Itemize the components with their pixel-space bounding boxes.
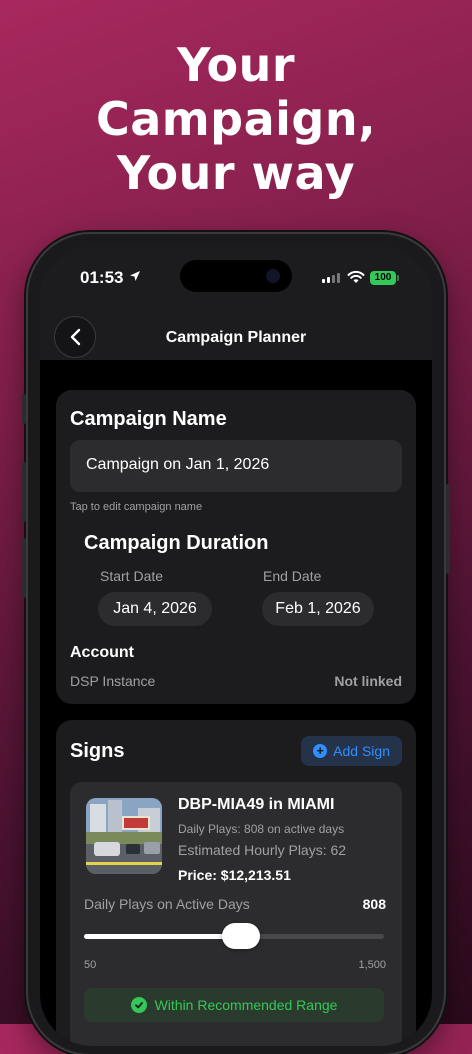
phone-screen: 01:53 100 Campaign Planner Campaign Name… (40, 246, 432, 1046)
slider-max: 1,500 (358, 959, 386, 971)
headline-line-3: Your way (116, 146, 356, 200)
signs-title: Signs (70, 740, 125, 762)
battery-icon: 100 (370, 271, 396, 285)
checkmark-icon (130, 997, 147, 1013)
battery-nub (397, 275, 399, 281)
campaign-name-field[interactable] (70, 440, 402, 492)
cellular-signal-icon (322, 273, 340, 283)
status-bar: 01:53 100 (40, 246, 432, 306)
slider-value: 808 (362, 896, 386, 912)
phone-frame: 01:53 100 Campaign Planner Campaign Name… (22, 234, 450, 1054)
range-status-text: Within Recommended Range (154, 997, 338, 1013)
end-date-label: End Date (263, 568, 322, 584)
slider-fill (84, 934, 241, 939)
sign-daily-plays: Daily Plays: 808 on active days (178, 822, 345, 836)
action-button (22, 394, 26, 424)
sign-thumbnail-image (86, 798, 162, 874)
campaign-card: Campaign Name Tap to edit campaign name … (56, 390, 416, 704)
dynamic-island (180, 260, 292, 292)
camera-icon (266, 269, 280, 283)
scroll-content[interactable]: Campaign Name Tap to edit campaign name … (40, 360, 432, 1046)
add-sign-label: Add Sign (333, 743, 390, 759)
wifi-icon (347, 270, 365, 283)
slider-thumb[interactable] (222, 923, 260, 949)
sign-hourly-plays: Estimated Hourly Plays: 62 (178, 842, 347, 858)
campaign-name-title: Campaign Name (70, 408, 227, 430)
account-title: Account (70, 644, 134, 661)
slider-min: 50 (84, 959, 97, 971)
campaign-name-hint: Tap to edit campaign name (70, 501, 203, 513)
dsp-instance-status: Not linked (334, 673, 402, 689)
end-date-button[interactable]: Feb 1, 2026 (262, 592, 374, 626)
signs-card: Signs + Add Sign DBP-MIA49 in MIAMI Dail… (56, 720, 416, 1046)
campaign-name-input[interactable] (86, 456, 386, 474)
start-date-label: Start Date (100, 568, 164, 584)
sign-item[interactable]: DBP-MIA49 in MIAMI Daily Plays: 808 on a… (70, 782, 402, 1046)
headline: Your Campaign, Your way (0, 38, 472, 200)
volume-down-button (22, 538, 26, 598)
plus-circle-icon: + (313, 744, 328, 758)
sign-name: DBP-MIA49 in MIAMI (178, 796, 335, 813)
power-button (446, 484, 450, 574)
status-time: 01:53 (80, 268, 124, 287)
dsp-instance-label: DSP Instance (70, 673, 156, 689)
nav-bar: Campaign Planner (40, 306, 432, 360)
headline-line-1: Your (176, 38, 296, 92)
add-sign-button[interactable]: + Add Sign (301, 736, 402, 766)
campaign-duration-title: Campaign Duration (84, 532, 269, 554)
slider-label: Daily Plays on Active Days (84, 896, 250, 912)
daily-plays-slider[interactable] (84, 923, 384, 949)
start-date-button[interactable]: Jan 4, 2026 (98, 592, 212, 626)
headline-line-2: Campaign, (95, 92, 377, 146)
range-status-badge: Within Recommended Range (84, 988, 384, 1022)
sign-price: Price: $12,213.51 (178, 867, 291, 883)
page-title: Campaign Planner (165, 329, 307, 346)
volume-up-button (22, 462, 26, 522)
location-arrow-icon (130, 271, 140, 281)
